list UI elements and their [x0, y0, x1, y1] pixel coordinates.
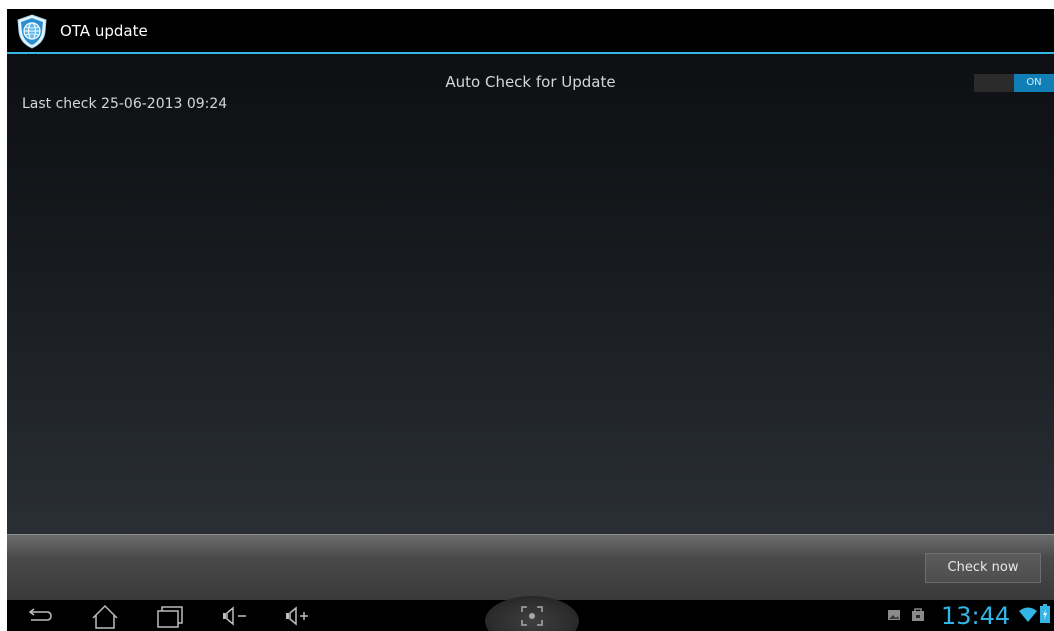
store-notification-icon[interactable]	[911, 607, 925, 622]
volume-down-icon[interactable]	[217, 602, 253, 630]
auto-check-toggle[interactable]: ON	[974, 74, 1054, 92]
recent-apps-icon[interactable]	[152, 602, 188, 630]
back-icon[interactable]	[21, 602, 57, 630]
auto-check-label: Auto Check for Update	[445, 73, 616, 91]
wifi-icon	[1019, 607, 1037, 622]
toggle-on-thumb: ON	[1014, 74, 1054, 92]
system-bar: 13:44	[7, 596, 1054, 631]
app-title: OTA update	[60, 22, 148, 40]
bottom-button-bar: Check now	[7, 534, 1054, 600]
clock: 13:44	[941, 602, 1011, 630]
battery-icon	[1040, 604, 1050, 623]
screenshot-button[interactable]	[485, 596, 579, 631]
settings-content: Auto Check for Update Last check 25-06-2…	[7, 54, 1054, 534]
last-check-text: Last check 25-06-2013 09:24	[22, 96, 228, 112]
check-now-button[interactable]: Check now	[925, 553, 1041, 583]
tablet-screen: OTA update Auto Check for Update Last ch…	[7, 9, 1054, 631]
home-icon[interactable]	[87, 602, 123, 630]
screenshot-icon	[521, 606, 543, 626]
action-bar: OTA update	[7, 9, 1054, 54]
ota-shield-globe-icon[interactable]	[14, 13, 50, 49]
gallery-notification-icon[interactable]	[887, 608, 901, 622]
volume-up-icon[interactable]	[280, 602, 316, 630]
